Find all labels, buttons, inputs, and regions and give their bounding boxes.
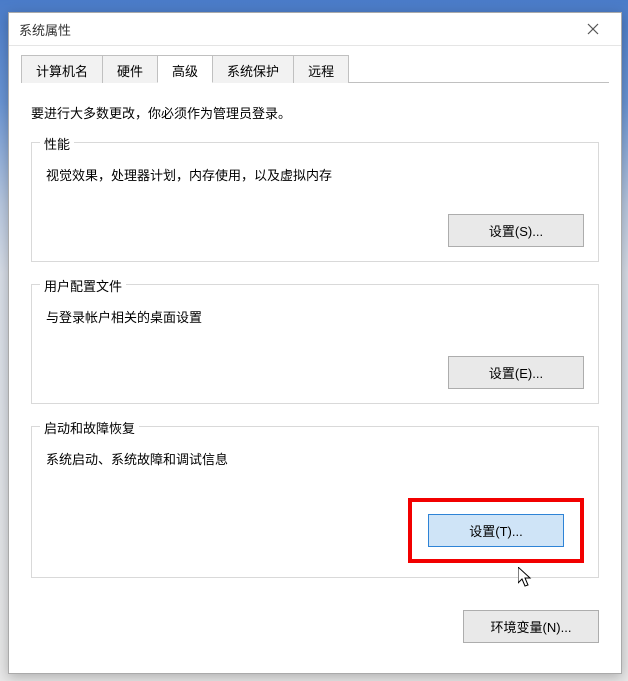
- system-properties-dialog: 系统属性 计算机名 硬件 高级 系统保护 远程 要进行大多数更改，你必须作为管理…: [8, 12, 622, 674]
- tab-computer-name[interactable]: 计算机名: [21, 55, 103, 83]
- performance-settings-button[interactable]: 设置(S)...: [448, 214, 584, 247]
- annotation-highlight: 设置(T)...: [408, 498, 584, 563]
- user-profiles-settings-button[interactable]: 设置(E)...: [448, 356, 584, 389]
- environment-variables-button[interactable]: 环境变量(N)...: [463, 610, 599, 643]
- window-title: 系统属性: [19, 20, 71, 39]
- group-startup-recovery-legend: 启动和故障恢复: [40, 418, 139, 437]
- tab-panel-advanced: 要进行大多数更改，你必须作为管理员登录。 性能 视觉效果，处理器计划，内存使用，…: [9, 83, 621, 610]
- group-startup-recovery: 启动和故障恢复 系统启动、系统故障和调试信息 设置(T)...: [31, 426, 599, 578]
- tab-system-protection[interactable]: 系统保护: [212, 55, 294, 83]
- tab-hardware[interactable]: 硬件: [102, 55, 158, 83]
- tab-strip: 计算机名 硬件 高级 系统保护 远程: [21, 54, 609, 83]
- group-user-profiles-desc: 与登录帐户相关的桌面设置: [46, 307, 584, 326]
- group-performance-legend: 性能: [40, 134, 74, 153]
- group-user-profiles-legend: 用户配置文件: [40, 276, 126, 295]
- close-icon: [587, 23, 599, 35]
- group-startup-recovery-desc: 系统启动、系统故障和调试信息: [46, 449, 584, 468]
- group-performance: 性能 视觉效果，处理器计划，内存使用，以及虚拟内存 设置(S)...: [31, 142, 599, 262]
- tab-remote[interactable]: 远程: [293, 55, 349, 83]
- group-user-profiles: 用户配置文件 与登录帐户相关的桌面设置 设置(E)...: [31, 284, 599, 404]
- dialog-footer: 环境变量(N)...: [9, 610, 621, 653]
- tab-advanced[interactable]: 高级: [157, 55, 213, 83]
- group-performance-desc: 视觉效果，处理器计划，内存使用，以及虚拟内存: [46, 165, 584, 184]
- titlebar: 系统属性: [9, 13, 621, 46]
- startup-recovery-settings-button[interactable]: 设置(T)...: [428, 514, 564, 547]
- close-button[interactable]: [573, 17, 613, 41]
- admin-instruction: 要进行大多数更改，你必须作为管理员登录。: [31, 103, 599, 122]
